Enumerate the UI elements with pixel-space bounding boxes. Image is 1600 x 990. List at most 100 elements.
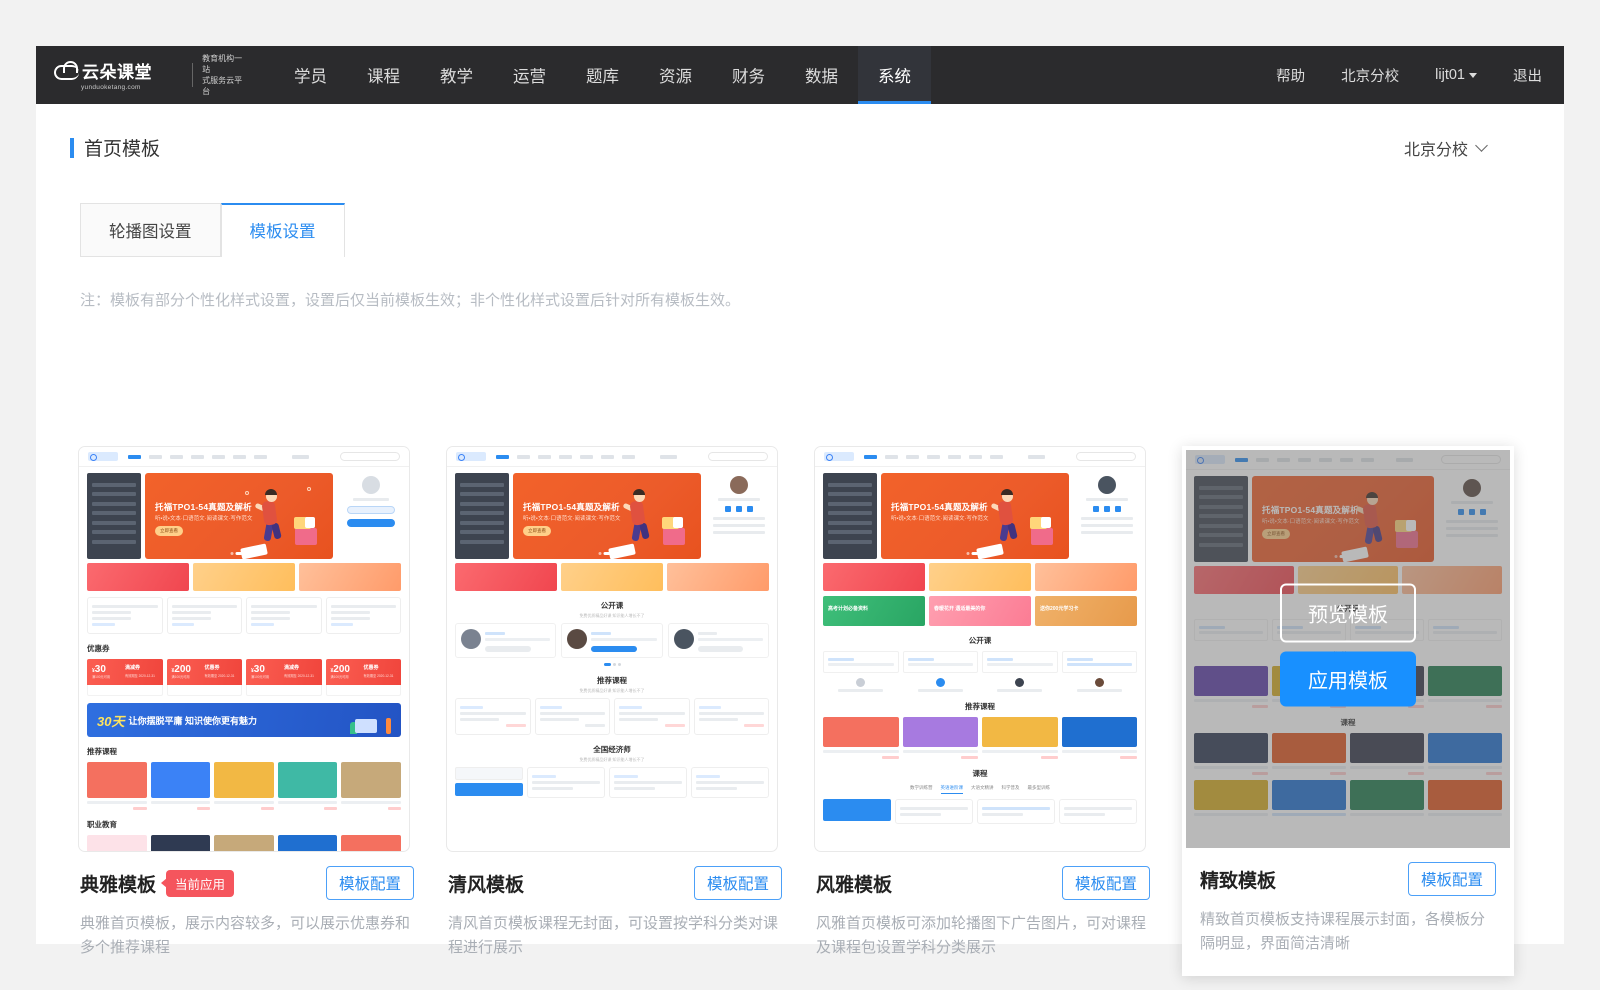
card-footer: 风雅模板 模板配置 风雅首页模板可添加轮播图下广告图片，可对课程及课程包设置学科… [814,852,1154,960]
mini-banner-illustration [977,485,1053,559]
cloud-icon [54,61,80,80]
card-footer: 典雅模板 当前应用 模板配置 典雅首页模板，展示内容较多，可以展示优惠券和多个推… [78,852,418,960]
card-footer: 精致模板 模板配置 精致首页模板支持课程展示封面，各模板分隔明显，界面简洁清晰 [1186,848,1510,972]
logout-link[interactable]: 退出 [1513,65,1542,86]
mini-login-button [347,506,395,514]
mini-site-header [815,447,1145,467]
mini-promo-ads: 高考计划必备资料 春暖花开 遇适最美的你 送你200元学习卡 [823,596,1137,626]
mini-ad-row [455,563,769,591]
template-card-jingzhi[interactable]: 托福TPO1-54真题及解析 听•说•文本·口语范文·阅读课文·写作范文 立即查… [1182,446,1514,976]
mini-section-open-class: 公开课 [455,600,769,611]
template-card-dianya[interactable]: 托福TPO1-54真题及解析 听•说•文本·口语范文·阅读课文·写作范文 立即查… [78,446,418,976]
page-title: 首页模板 [84,134,160,161]
mini-ad-row [823,563,1137,591]
mini-site-header [79,447,409,467]
mini-logo-icon [456,452,486,461]
template-config-button[interactable]: 模板配置 [694,866,782,900]
template-grid: 托福TPO1-54真题及解析 听•说•文本·口语范文·阅读课文·写作范文 立即查… [78,446,1514,976]
nav-item-students[interactable]: 学员 [274,46,347,104]
nav-item-system[interactable]: 系统 [858,46,931,104]
template-description: 典雅首页模板，展示内容较多，可以展示优惠券和多个推荐课程 [80,912,414,960]
nav-item-courses[interactable]: 课程 [347,46,420,104]
nav-item-question-bank[interactable]: 题库 [566,46,639,104]
mini-banner-title: 托福TPO1-54真题及解析 [891,501,988,513]
mini-category-sidebar [455,473,509,559]
mini-open-class-row [823,651,1137,673]
branch-dropdown-value: 北京分校 [1404,136,1468,160]
template-config-button[interactable]: 模板配置 [326,866,414,900]
chevron-down-icon [1475,139,1488,152]
template-description: 清风首页模板课程无封面，可设置按学科分类对课程进行展示 [448,912,782,960]
mini-hero-banner: 托福TPO1-54真题及解析 听•说•文本·口语范文·阅读课文·写作范文 [881,473,1069,559]
template-config-button[interactable]: 模板配置 [1062,866,1150,900]
nav-item-finance[interactable]: 财务 [712,46,785,104]
mini-wide-ad-text: 让你摆脱平庸 知识使你更有魅力 [128,714,257,727]
title-accent-bar [70,138,74,158]
logo-url: yunduoketang.com [81,84,183,91]
mini-banner-title: 托福TPO1-54真题及解析 [155,501,252,513]
mini-banner-title: 托福TPO1-54真题及解析 [523,501,620,513]
mini-promo-text: 送你200元学习卡 [1040,605,1078,612]
mini-section-courses: 课程 [823,768,1137,779]
mini-search-box [340,452,400,461]
mini-banner-subtitle: 听•说•文本·口语范文·阅读课文·写作范文 [155,514,252,522]
mini-vocational-row [87,835,401,852]
avatar [730,476,748,494]
user-menu[interactable]: lijt01 [1435,67,1477,83]
mini-section-recommended: 推荐课程 [823,701,1137,712]
mini-hero-banner: 托福TPO1-54真题及解析 听•说•文本·口语范文·阅读课文·写作范文 立即查… [513,473,701,559]
mini-wide-ad-banner: 30天 让你摆脱平庸 知识使你更有魅力 [87,703,401,737]
template-thumbnail[interactable]: 托福TPO1-54真题及解析 听•说•文本·口语范文·阅读课文·写作范文 立即查… [446,446,778,852]
mini-user-panel [337,473,401,559]
mini-promo-text: 春暖花开 遇适最美的你 [934,605,985,612]
user-name: lijt01 [1435,67,1465,83]
tab-bar: 轮播图设置 模板设置 [80,203,1564,257]
preview-template-button[interactable]: 预览模板 [1280,584,1416,643]
mini-download-app [292,455,309,459]
branch-dropdown[interactable]: 北京分校 [1404,136,1486,160]
brand-logo[interactable]: 云朵课堂 yunduoketang.com 教育机构一站 式服务云平台 [54,53,244,97]
mini-nav [496,455,635,459]
template-thumbnail[interactable]: 托福TPO1-54真题及解析 听•说•文本·口语范文·阅读课文·写作范文 立即查… [78,446,410,852]
mini-teacher-row [455,623,769,658]
mini-section-vocational: 职业教育 [87,819,401,830]
card-footer: 清风模板 模板配置 清风首页模板课程无封面，可设置按学科分类对课程进行展示 [446,852,786,960]
chevron-down-icon [1469,73,1477,78]
main-nav-items: 学员 课程 教学 运营 题库 资源 财务 数据 系统 [274,46,931,104]
mini-section-recommended: 推荐课程 [455,675,769,686]
mini-nav [128,455,267,459]
mini-coupon-row: ¥30满减券有效期至 2020-12-31满100元可用 ¥200优惠券有效期至… [87,659,401,696]
apply-template-button[interactable]: 应用模板 [1280,651,1416,706]
tab-carousel-settings[interactable]: 轮播图设置 [80,203,221,257]
mini-user-panel [1073,473,1137,559]
nav-item-resources[interactable]: 资源 [639,46,712,104]
help-link[interactable]: 帮助 [1276,65,1305,86]
mini-economist-row [455,767,769,798]
app-root: 云朵课堂 yunduoketang.com 教育机构一站 式服务云平台 学员 课… [0,0,1600,990]
branch-label[interactable]: 北京分校 [1341,65,1399,86]
mini-category-sidebar [87,473,141,559]
page-note: 注：模板有部分个性化样式设置，设置后仅当前模板生效；非个性化样式设置后针对所有模… [80,289,1564,310]
mini-recommended-row [823,717,1137,759]
mini-site-header [447,447,777,467]
template-config-button[interactable]: 模板配置 [1408,862,1496,896]
top-navigation-bar: 云朵课堂 yunduoketang.com 教育机构一站 式服务云平台 学员 课… [36,46,1564,104]
nav-item-data[interactable]: 数据 [785,46,858,104]
tab-template-settings[interactable]: 模板设置 [221,203,345,257]
mini-promo-text: 高考计划必备资料 [828,605,868,612]
mini-section-economist: 全国经济师 [455,744,769,755]
template-card-qingfeng[interactable]: 托福TPO1-54真题及解析 听•说•文本·口语范文·阅读课文·写作范文 立即查… [446,446,786,976]
template-thumbnail[interactable]: 托福TPO1-54真题及解析 听•说•文本·口语范文·阅读课文·写作范文 [814,446,1146,852]
mini-banner-subtitle: 听•说•文本·口语范文·阅读课文·写作范文 [891,514,988,522]
mini-course-row [87,597,401,634]
template-card-fengya[interactable]: 托福TPO1-54真题及解析 听•说•文本·口语范文·阅读课文·写作范文 [814,446,1154,976]
mini-section-open-class: 公开课 [823,635,1137,646]
page-header: 首页模板 北京分校 [36,104,1564,161]
nav-item-operations[interactable]: 运营 [493,46,566,104]
template-thumbnail[interactable]: 托福TPO1-54真题及解析 听•说•文本·口语范文·阅读课文·写作范文 立即查… [1186,450,1510,848]
mini-hero-banner: 托福TPO1-54真题及解析 听•说•文本·口语范文·阅读课文·写作范文 立即查… [145,473,333,559]
mini-recommended-row [87,762,401,810]
mini-register-button [347,519,395,527]
nav-item-teaching[interactable]: 教学 [420,46,493,104]
mini-subject-tabs: 数学训练营 英语进阶课 大语文精讲 科学普及 最多型训练 [823,785,1137,794]
